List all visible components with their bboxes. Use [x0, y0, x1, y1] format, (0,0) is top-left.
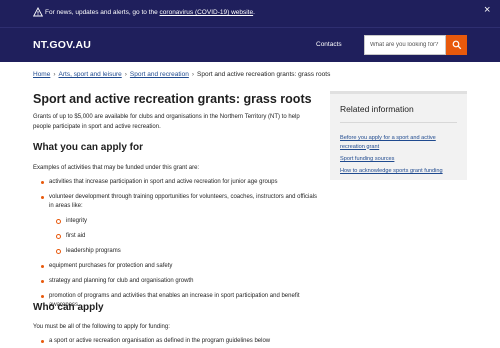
- site-header: NT.GOV.AU Contacts: [0, 27, 500, 62]
- requirements-list: a sport or active recreation organisatio…: [33, 337, 318, 348]
- activities-list: activities that increase participation i…: [33, 178, 318, 316]
- page-title: Sport and active recreation grants: gras…: [33, 92, 312, 106]
- related-information-panel: Related information Before you apply for…: [330, 91, 467, 180]
- breadcrumb: Home › Arts, sport and leisure › Sport and r…: [33, 70, 330, 79]
- search-button[interactable]: [446, 35, 467, 55]
- related-link-acknowledge-funding[interactable]: How to acknowledge sports grant funding: [340, 167, 455, 176]
- examples-paragraph: Examples of activities that may be funde…: [33, 165, 200, 171]
- requirements-paragraph: You must be all of the following to appl…: [33, 324, 170, 330]
- list-item: activities that increase participation i…: [33, 178, 318, 187]
- search-input[interactable]: [364, 35, 446, 55]
- what-you-can-apply-for-heading: What you can apply for: [33, 142, 144, 153]
- site-logo[interactable]: NT.GOV.AU: [33, 39, 91, 51]
- chevron-right-icon: ›: [53, 71, 56, 78]
- breadcrumb-sport-recreation[interactable]: Sport and recreation: [130, 71, 189, 78]
- list-item: first aid: [49, 232, 318, 241]
- covid-website-link[interactable]: coronavirus (COVID-19) website: [160, 9, 254, 16]
- close-icon[interactable]: ×: [484, 4, 490, 16]
- breadcrumb-current: Sport and active recreation grants: gras…: [197, 71, 331, 78]
- related-link-sport-funding-sources[interactable]: Sport funding sources: [340, 155, 455, 164]
- chevron-right-icon: ›: [191, 71, 194, 78]
- alert-banner: For news, updates and alerts, go to the …: [0, 0, 500, 27]
- search-icon: [452, 40, 462, 50]
- volunteer-areas-list: integrity first aid leadership programs: [49, 217, 318, 256]
- intro-paragraph: Grants of up to $5,000 are available for…: [33, 114, 300, 130]
- list-item: volunteer development through training o…: [33, 193, 318, 256]
- divider: [340, 122, 457, 123]
- contacts-link[interactable]: Contacts: [316, 41, 342, 48]
- list-item: a sport or active recreation organisatio…: [33, 337, 318, 346]
- chevron-right-icon: ›: [124, 71, 127, 78]
- breadcrumb-home[interactable]: Home: [33, 71, 50, 78]
- breadcrumb-arts-sport-leisure[interactable]: Arts, sport and leisure: [59, 71, 122, 78]
- related-information-title: Related information: [340, 104, 414, 114]
- who-can-apply-heading: Who can apply: [33, 302, 104, 313]
- warning-icon: [33, 7, 43, 17]
- list-item: leadership programs: [49, 247, 318, 256]
- list-item: equipment purchases for protection and s…: [33, 262, 318, 271]
- related-link-before-you-apply[interactable]: Before you apply for a sport and active …: [340, 134, 455, 151]
- alert-text: For news, updates and alerts, go to the …: [45, 9, 255, 16]
- list-item: integrity: [49, 217, 318, 226]
- list-item: strategy and planning for club and organ…: [33, 277, 318, 286]
